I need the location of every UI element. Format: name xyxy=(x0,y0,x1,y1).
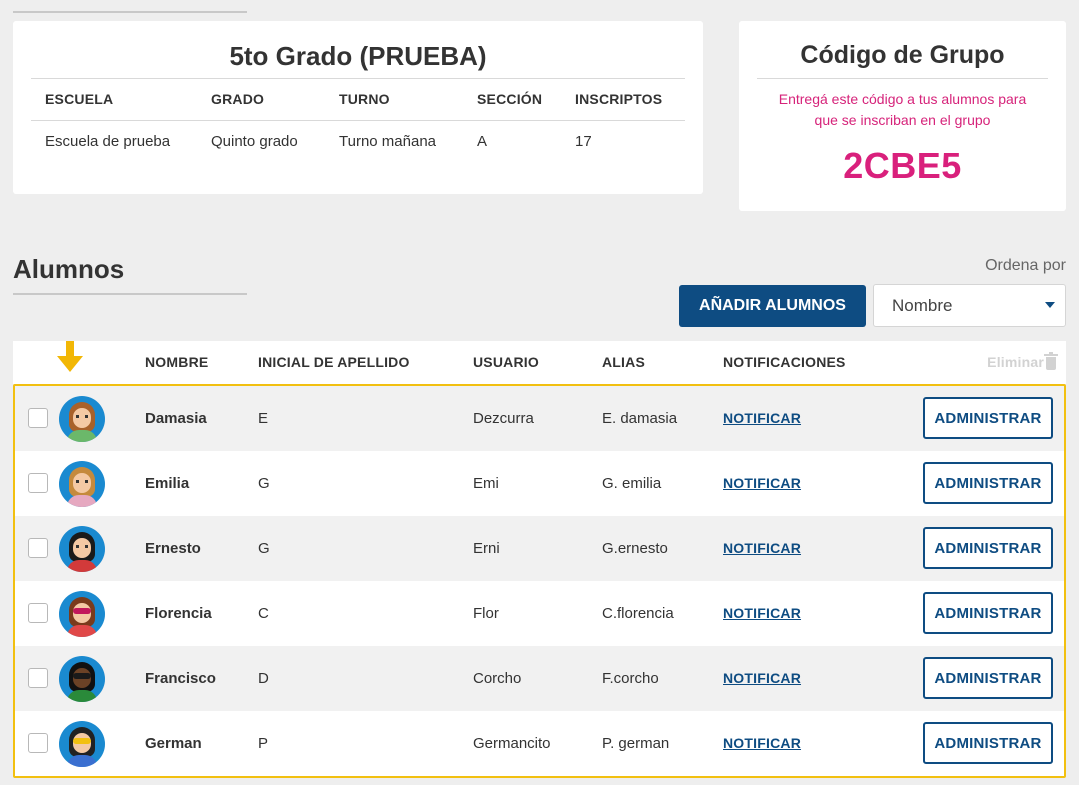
administer-button[interactable]: ADMINISTRAR xyxy=(923,462,1053,504)
students-list: Damasia E Dezcurra E. damasia NOTIFICAR … xyxy=(13,384,1066,778)
group-title: 5to Grado (PRUEBA) xyxy=(229,41,487,71)
student-initial: D xyxy=(258,670,269,687)
student-username: Emi xyxy=(473,475,499,492)
header-inicial: INICIAL DE APELLIDO xyxy=(258,354,410,370)
notify-link[interactable]: NOTIFICAR xyxy=(723,670,801,686)
column-header-turno: TURNO xyxy=(339,91,390,107)
trash-icon[interactable] xyxy=(1044,352,1058,371)
divider xyxy=(31,120,685,121)
column-header-grado: GRADO xyxy=(211,91,265,107)
row-checkbox[interactable] xyxy=(28,408,48,428)
caret-down-icon xyxy=(1045,302,1055,308)
code-card-title: Código de Grupo xyxy=(800,41,1005,69)
student-username: Dezcurra xyxy=(473,410,534,427)
student-username: Germancito xyxy=(473,735,551,752)
student-username: Corcho xyxy=(473,670,522,687)
row-checkbox[interactable] xyxy=(28,668,48,688)
column-header-inscriptos: INSCRIPTOS xyxy=(575,91,663,107)
table-row: Emilia G Emi G. emilia NOTIFICAR ADMINIS… xyxy=(15,451,1064,516)
student-name: German xyxy=(145,735,202,752)
student-name: Emilia xyxy=(145,475,190,492)
row-checkbox[interactable] xyxy=(28,538,48,558)
top-divider xyxy=(13,11,247,13)
student-name: Ernesto xyxy=(145,540,201,557)
table-row: Ernesto G Erni G.ernesto NOTIFICAR ADMIN… xyxy=(15,516,1064,581)
sort-select-value: Nombre xyxy=(892,295,953,315)
header-alias: ALIAS xyxy=(602,354,645,370)
student-alias: C.florencia xyxy=(602,605,674,622)
administer-button[interactable]: ADMINISTRAR xyxy=(923,722,1053,764)
student-avatar xyxy=(59,656,105,702)
notify-link[interactable]: NOTIFICAR xyxy=(723,410,801,426)
student-username: Erni xyxy=(473,540,500,557)
section-divider xyxy=(13,293,247,295)
row-checkbox[interactable] xyxy=(28,733,48,753)
row-checkbox[interactable] xyxy=(28,603,48,623)
sort-select[interactable]: Nombre xyxy=(873,284,1066,327)
student-name: Florencia xyxy=(145,605,212,622)
administer-button[interactable]: ADMINISTRAR xyxy=(923,397,1053,439)
seccion-value: A xyxy=(477,133,488,150)
section-title: Alumnos xyxy=(13,254,125,284)
divider xyxy=(31,78,685,79)
divider xyxy=(757,78,1048,79)
administer-button[interactable]: ADMINISTRAR xyxy=(923,657,1053,699)
table-row: Florencia C Flor C.florencia NOTIFICAR A… xyxy=(15,581,1064,646)
administer-button[interactable]: ADMINISTRAR xyxy=(923,527,1053,569)
student-initial: G xyxy=(258,540,270,557)
group-info-card: 5to Grado (PRUEBA) ESCUELA GRADO TURNO S… xyxy=(13,21,703,194)
grado-value: Quinto grado xyxy=(211,133,298,150)
table-row: German P Germancito P. german NOTIFICAR … xyxy=(15,711,1064,776)
notify-link[interactable]: NOTIFICAR xyxy=(723,540,801,556)
student-name: Francisco xyxy=(145,670,216,687)
arrow-down-icon xyxy=(57,341,83,373)
table-header: NOMBRE INICIAL DE APELLIDO USUARIO ALIAS… xyxy=(13,341,1066,384)
group-code-card: Código de Grupo Entregá este código a tu… xyxy=(739,21,1066,211)
header-usuario: USUARIO xyxy=(473,354,539,370)
student-alias: G.ernesto xyxy=(602,540,668,557)
student-username: Flor xyxy=(473,605,499,622)
student-avatar xyxy=(59,526,105,572)
students-table: NOMBRE INICIAL DE APELLIDO USUARIO ALIAS… xyxy=(13,341,1066,778)
student-alias: E. damasia xyxy=(602,410,678,427)
student-avatar xyxy=(59,396,105,442)
sort-label: Ordena por xyxy=(985,257,1066,274)
add-students-button[interactable]: AÑADIR ALUMNOS xyxy=(679,285,866,327)
turno-value: Turno mañana xyxy=(339,133,437,150)
table-row: Francisco D Corcho F.corcho NOTIFICAR AD… xyxy=(15,646,1064,711)
column-header-seccion: SECCIÓN xyxy=(477,91,543,107)
row-checkbox[interactable] xyxy=(28,473,48,493)
header-notificaciones: NOTIFICACIONES xyxy=(723,354,846,370)
group-code: 2CBE5 xyxy=(843,145,962,186)
code-description: Entregá este código a tus alumnos para q… xyxy=(749,89,1056,131)
student-avatar xyxy=(59,591,105,637)
student-initial: E xyxy=(258,410,269,427)
administer-button[interactable]: ADMINISTRAR xyxy=(923,592,1053,634)
table-row: Damasia E Dezcurra E. damasia NOTIFICAR … xyxy=(15,386,1064,451)
student-initial: P xyxy=(258,735,269,752)
inscriptos-value: 17 xyxy=(575,133,592,150)
student-initial: C xyxy=(258,605,269,622)
code-description-line: que se inscriban en el grupo xyxy=(814,112,991,128)
student-alias: F.corcho xyxy=(602,670,659,687)
student-alias: G. emilia xyxy=(602,475,662,492)
student-name: Damasia xyxy=(145,410,207,427)
notify-link[interactable]: NOTIFICAR xyxy=(723,735,801,751)
notify-link[interactable]: NOTIFICAR xyxy=(723,605,801,621)
student-initial: G xyxy=(258,475,270,492)
escuela-value: Escuela de prueba xyxy=(45,133,171,150)
header-nombre: NOMBRE xyxy=(145,354,209,370)
delete-button[interactable]: Eliminar xyxy=(987,354,1044,370)
notify-link[interactable]: NOTIFICAR xyxy=(723,475,801,491)
student-avatar xyxy=(59,721,105,767)
student-avatar xyxy=(59,461,105,507)
code-description-line: Entregá este código a tus alumnos para xyxy=(778,91,1027,107)
column-header-escuela: ESCUELA xyxy=(45,91,114,107)
student-alias: P. german xyxy=(602,735,670,752)
